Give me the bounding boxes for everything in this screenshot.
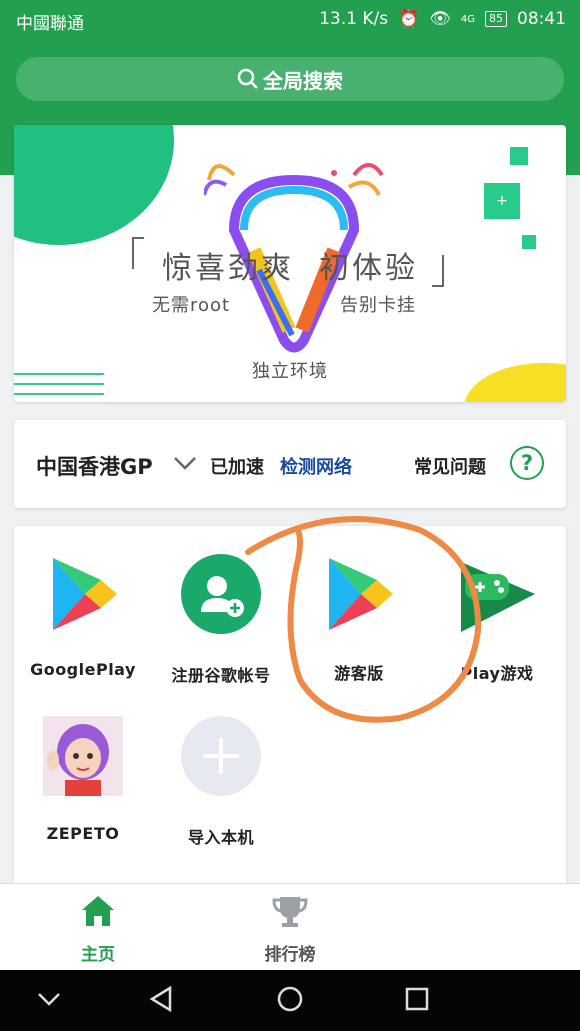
home-icon xyxy=(82,896,114,926)
google-play-icon xyxy=(317,552,401,636)
banner-plus-square: + xyxy=(484,183,520,219)
back-icon[interactable] xyxy=(146,984,176,1014)
status-bar: 中國聯通 13.1 K/s ⏰ 👁 4G 85 08:41 xyxy=(0,0,580,40)
recent-apps-icon[interactable] xyxy=(402,984,432,1014)
app-label: 注册谷歌帐号 xyxy=(171,666,271,685)
home-button-icon[interactable] xyxy=(275,984,305,1014)
tab-ranking[interactable]: 排行榜 xyxy=(220,894,360,965)
app-grid: GooglePlay 注册谷歌帐号 游客版 Play游戏 ZEPETO 导入本机 xyxy=(14,526,566,886)
play-games-icon xyxy=(455,552,539,636)
network-type: 4G xyxy=(460,13,475,25)
app-label: Play游戏 xyxy=(460,664,534,683)
acceleration-status: 已加速 xyxy=(210,457,264,478)
app-label: ZEPETO xyxy=(46,824,120,843)
server-card: 中国香港GP 已加速 检测网络 常见问题 ? xyxy=(14,420,566,508)
banner-subtitle-bottom: 独立环境 xyxy=(252,361,328,382)
search-icon xyxy=(237,68,258,89)
battery-icon: 85 xyxy=(485,11,507,27)
global-search-bar[interactable]: 全局搜索 xyxy=(16,57,564,101)
server-selector[interactable]: 中国香港GP xyxy=(36,451,153,481)
banner-title: 惊喜劲爽 初体验 xyxy=(161,251,419,286)
app-tile-import[interactable]: 导入本机 xyxy=(152,714,290,848)
app-tile-guest[interactable]: 游客版 xyxy=(290,552,428,684)
plus-icon xyxy=(179,716,263,800)
google-play-icon xyxy=(41,552,125,636)
app-label: 游客版 xyxy=(334,664,384,683)
app-tile-zepeto[interactable]: ZEPETO xyxy=(14,714,152,843)
search-label: 全局搜索 xyxy=(263,68,343,93)
clock: 08:41 xyxy=(517,9,566,29)
faq-link[interactable]: 常见问题 xyxy=(414,453,486,479)
zepeto-avatar-icon xyxy=(41,716,125,800)
eye-icon: 👁 xyxy=(429,9,451,29)
banner-subtitle-left: 无需root xyxy=(152,295,231,316)
alarm-icon: ⏰ xyxy=(398,9,420,29)
app-tile-play-games[interactable]: Play游戏 xyxy=(428,552,566,684)
help-icon[interactable]: ? xyxy=(510,446,544,480)
promo-banner[interactable]: + 惊喜劲爽 初体验 无需root 告别卡挂 独立环境 xyxy=(14,125,566,402)
tab-label: 排行榜 xyxy=(264,945,316,965)
tab-home[interactable]: 主页 xyxy=(28,894,168,965)
banner-subtitle-right: 告别卡挂 xyxy=(340,295,416,316)
tab-label: 主页 xyxy=(81,945,115,965)
carrier-label: 中國聯通 xyxy=(16,14,84,34)
trophy-icon xyxy=(272,897,308,927)
chevron-down-icon[interactable] xyxy=(172,454,198,472)
app-tile-register-google[interactable]: 注册谷歌帐号 xyxy=(152,552,290,686)
system-nav-bar xyxy=(0,970,580,1031)
app-label: 导入本机 xyxy=(187,828,254,847)
network-speed: 13.1 K/s xyxy=(319,9,389,29)
banner-decoration xyxy=(14,125,174,245)
check-network-link[interactable]: 检测网络 xyxy=(280,453,352,479)
bottom-tab-bar: 主页 排行榜 xyxy=(0,883,580,971)
banner-decoration xyxy=(510,147,528,165)
app-tile-googleplay[interactable]: GooglePlay xyxy=(14,552,152,679)
add-account-icon xyxy=(179,554,263,638)
chevron-down-icon[interactable] xyxy=(34,984,64,1014)
app-label: GooglePlay xyxy=(30,660,136,679)
